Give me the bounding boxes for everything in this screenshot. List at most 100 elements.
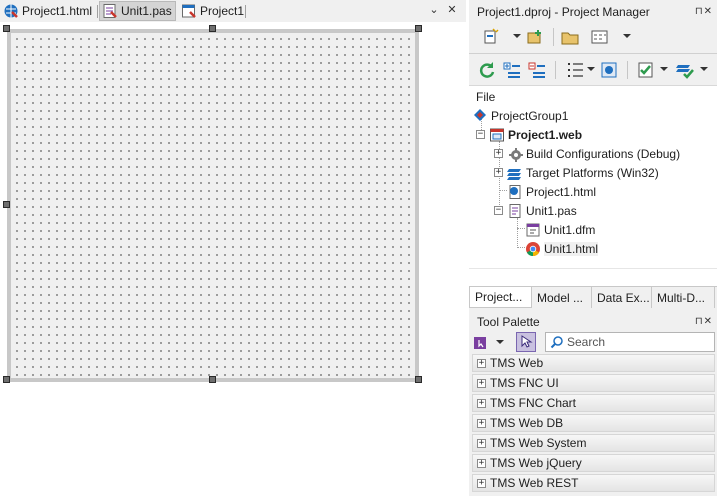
tree-node-target-platforms[interactable]: Target Platforms (Win32) [507,163,659,182]
tree-horizontal-scrollbar[interactable] [469,268,717,286]
html-file-icon [4,4,18,18]
tool-palette-title-bar: Tool Palette ⊓✕ [469,311,717,333]
tree-node-project-web[interactable]: Project1.web [489,125,582,144]
form-surface[interactable] [7,29,419,382]
expand-target-platforms-toggle[interactable]: + [494,168,503,177]
expand-category-icon: + [477,377,486,388]
palette-category-tms-web-rest[interactable]: + TMS Web REST [472,474,715,492]
tab-multi-device[interactable]: Multi-D... [652,287,715,308]
pin-close-icon[interactable]: ⊓✕ [695,6,713,17]
compile-check-icon[interactable] [636,60,656,80]
collapse-project-toggle[interactable]: − [476,130,485,139]
new-item-icon[interactable] [481,27,501,47]
pointer-tool-button[interactable] [516,332,536,352]
toolbar-divider [627,61,628,79]
resize-handle-top-left[interactable] [3,25,10,32]
palette-category-tms-web-db[interactable]: + TMS Web DB [472,414,715,432]
editor-tab-bar: Project1.html Unit1.pas Project1 ⌄ ✕ [0,0,466,22]
tool-palette-toolbar [469,331,717,353]
palette-categories-icon[interactable] [473,334,489,350]
expand-category-icon: + [477,357,486,368]
open-folder-icon[interactable] [560,27,580,47]
tree-line [517,218,518,248]
tool-palette-title: Tool Palette [477,315,540,329]
tree-node-project-group[interactable]: ProjectGroup1 [472,106,568,125]
tab-project1-html[interactable]: Project1.html [1,1,95,21]
tree-node-project1-html[interactable]: Project1.html [507,182,596,201]
project-tree: File ProjectGroup1 − Project1.web + Buil… [469,85,717,268]
design-grid[interactable] [11,33,415,378]
close-tab-button[interactable]: ✕ [445,3,459,17]
chrome-icon [526,241,540,256]
collapse-unit1-toggle[interactable]: − [494,206,503,215]
build-order-dropdown-icon[interactable] [587,67,595,71]
add-existing-icon[interactable] [525,27,545,47]
pin-close-icon[interactable]: ⊓✕ [695,316,713,327]
palette-categories-dropdown-icon[interactable] [496,340,504,344]
expand-build-configurations-toggle[interactable]: + [494,149,503,158]
view-options-icon[interactable] [590,27,610,47]
project-manager-title: Project1.dproj - Project Manager [477,5,650,19]
palette-category-tms-fnc-chart[interactable]: + TMS FNC Chart [472,394,715,412]
tab-label: Unit1.pas [121,4,172,18]
tree-node-unit1-dfm[interactable]: Unit1.dfm [525,220,595,239]
project-manager-title-bar: Project1.dproj - Project Manager ⊓✕ [469,1,717,23]
tree-node-unit1-html[interactable]: Unit1.html [525,239,599,258]
pascal-unit-icon [103,4,117,18]
tab-separator [97,5,98,18]
build-order-icon[interactable] [565,60,585,80]
resize-handle-bottom-right[interactable] [415,376,422,383]
project-manager-toolbar-1 [469,24,717,51]
project-manager-bottom-tabs: Project... Model ... Data Ex... Multi-D.… [469,286,717,308]
palette-category-tms-fnc-ui[interactable]: + TMS FNC UI [472,374,715,392]
expand-category-icon: + [477,477,486,488]
tab-model-view[interactable]: Model ... [532,287,592,308]
right-dock: Project1.dproj - Project Manager ⊓✕ File… [469,0,717,496]
tree-column-header: File [476,90,496,104]
tab-label: Project1 [200,4,245,18]
platforms-icon [507,168,521,180]
resize-handle-top-right[interactable] [415,25,422,32]
tab-data-explorer[interactable]: Data Ex... [592,287,652,308]
build-all-icon[interactable] [675,60,695,80]
sync-icon[interactable] [477,60,497,80]
resize-handle-bottom-left[interactable] [3,376,10,383]
new-item-dropdown-icon[interactable] [513,34,521,38]
expand-category-icon: + [477,457,486,468]
palette-search-field[interactable] [545,332,715,352]
resize-handle-left[interactable] [3,201,10,208]
pointer-arrow-icon [521,335,533,348]
palette-category-tms-web-jquery[interactable]: + TMS Web jQuery [472,454,715,472]
expand-all-icon[interactable] [502,60,522,80]
build-all-dropdown-icon[interactable] [700,67,708,71]
resize-handle-bottom[interactable] [209,376,216,383]
expand-category-icon: + [477,437,486,448]
tree-node-unit1-pas[interactable]: Unit1.pas [507,201,577,220]
search-icon [550,336,563,349]
form-designer [0,22,466,496]
toolbar-divider [469,53,717,54]
tab-project1[interactable]: Project1 [179,1,247,21]
compile-dropdown-icon[interactable] [660,67,668,71]
deploy-icon[interactable] [599,60,619,80]
tab-list-dropdown-button[interactable]: ⌄ [427,3,441,17]
tab-label: Project1.html [22,4,93,18]
tab-unit1-pas[interactable]: Unit1.pas [99,1,176,21]
web-project-icon [490,128,504,141]
palette-category-tms-web-system[interactable]: + TMS Web System [472,434,715,452]
gear-icon [509,147,523,162]
tab-projects[interactable]: Project... [469,287,532,308]
collapse-all-icon[interactable] [527,60,547,80]
form-file-icon [526,223,540,236]
tree-node-build-configurations[interactable]: Build Configurations (Debug) [507,144,680,163]
project-manager-toolbar-2 [469,57,717,84]
tree-line [517,228,525,229]
toolbar-divider [555,61,556,79]
palette-search-input[interactable] [567,335,707,349]
resize-handle-top[interactable] [209,25,216,32]
toolbar-divider [553,28,554,46]
view-options-dropdown-icon[interactable] [623,34,631,38]
tree-line [517,247,525,248]
palette-category-tms-web[interactable]: + TMS Web [472,354,715,372]
expand-category-icon: + [477,417,486,428]
